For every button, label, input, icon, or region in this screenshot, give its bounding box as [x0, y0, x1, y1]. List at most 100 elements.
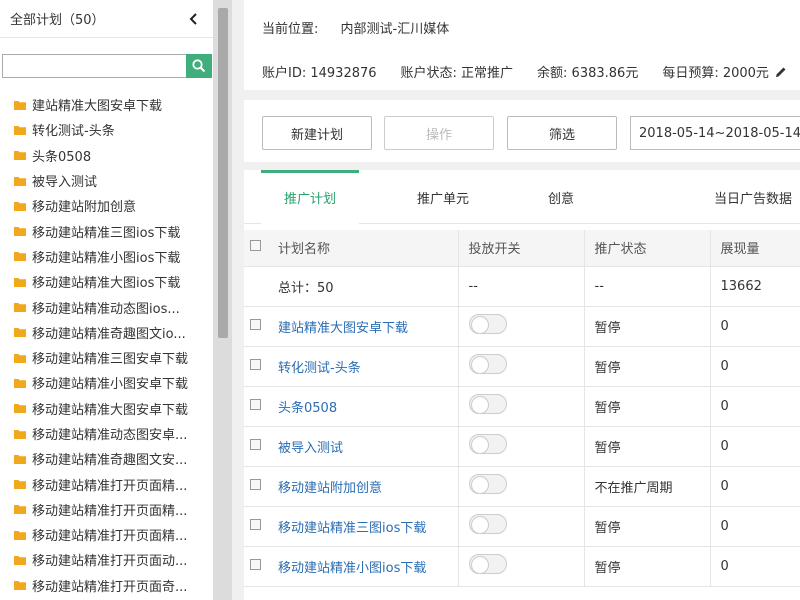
- impressions-cell: 0: [710, 426, 800, 467]
- total-switch: --: [458, 266, 585, 307]
- total-empty-cell: [244, 266, 268, 307]
- row-select-cell: [244, 426, 268, 467]
- folder-icon: [14, 277, 26, 287]
- scrollbar-thumb[interactable]: [218, 8, 228, 338]
- plan-name-cell: 转化测试-头条: [268, 346, 459, 387]
- select-all-cell: [244, 230, 268, 267]
- row-checkbox[interactable]: [250, 398, 261, 410]
- breadcrumb: 当前位置: 内部测试-汇川媒体: [262, 18, 467, 37]
- plan-name-cell: 移动建站精准小图ios下载: [268, 546, 459, 587]
- table-header-row: 计划名称 投放开关 推广状态 展现量: [244, 230, 800, 267]
- delivery-switch-cell: [458, 306, 585, 347]
- delivery-toggle[interactable]: [468, 434, 507, 454]
- row-checkbox[interactable]: [250, 478, 261, 490]
- delivery-toggle[interactable]: [468, 394, 507, 414]
- sidebar-item[interactable]: 建站精准大图安卓下载: [0, 92, 214, 117]
- row-checkbox[interactable]: [250, 318, 261, 330]
- sidebar-item[interactable]: 移动建站附加创意: [0, 193, 214, 218]
- plan-name-link[interactable]: 建站精准大图安卓下载: [278, 321, 408, 336]
- plan-name-link[interactable]: 头条0508: [278, 401, 337, 416]
- sidebar-item[interactable]: 转化测试-头条: [0, 117, 214, 142]
- sidebar-item[interactable]: 移动建站精准奇趣图文io...: [0, 320, 214, 345]
- sidebar-item[interactable]: 移动建站精准动态图安卓...: [0, 421, 214, 446]
- delivery-toggle[interactable]: [468, 514, 507, 534]
- tab-creative[interactable]: 创意: [512, 170, 610, 224]
- sidebar-item[interactable]: 移动建站精准小图ios下载: [0, 244, 214, 269]
- col-impressions[interactable]: 展现量: [710, 230, 800, 267]
- plan-name-link[interactable]: 移动建站精准小图ios下载: [278, 561, 426, 576]
- table-row: 建站精准大图安卓下载 暂停 0: [244, 306, 800, 347]
- delivery-toggle[interactable]: [468, 474, 507, 494]
- sidebar-item[interactable]: 移动建站精准打开页面精...: [0, 522, 214, 547]
- plan-table-card: 推广计划 推广单元 创意 当日广告数据 计划名称 投放开关 推广状态 展现量 总…: [244, 170, 800, 600]
- row-checkbox[interactable]: [250, 518, 261, 530]
- sidebar-item-label: 移动建站精准打开页面精...: [32, 478, 188, 494]
- filter-button[interactable]: 筛选: [507, 116, 617, 150]
- folder-icon: [14, 100, 26, 110]
- delivery-toggle[interactable]: [468, 554, 507, 574]
- delivery-switch-cell: [458, 466, 585, 507]
- delivery-toggle[interactable]: [468, 314, 507, 334]
- sidebar-item-label: 移动建站精准三图安卓下载: [32, 352, 189, 368]
- sidebar-item[interactable]: 移动建站精准打开页面动...: [0, 547, 214, 572]
- impressions-cell: 0: [710, 546, 800, 587]
- sidebar-item[interactable]: 移动建站精准大图安卓下载: [0, 396, 214, 421]
- plan-name-link[interactable]: 移动建站精准三图ios下载: [278, 521, 426, 536]
- daily-budget-text: 每日预算: 2000元: [662, 66, 769, 81]
- sidebar-item[interactable]: 移动建站精准打开页面精...: [0, 471, 214, 496]
- sidebar-item-label: 建站精准大图安卓下载: [32, 99, 163, 115]
- promotion-status-cell: 暂停: [584, 426, 711, 467]
- breadcrumb-label: 当前位置:: [262, 22, 319, 37]
- sidebar-item[interactable]: 移动建站精准大图ios下载: [0, 269, 214, 294]
- account-status: 账户状态: 正常推广: [400, 66, 514, 81]
- plan-name-link[interactable]: 移动建站附加创意: [278, 481, 382, 496]
- select-all-checkbox[interactable]: [250, 240, 261, 252]
- row-checkbox[interactable]: [250, 438, 261, 450]
- impressions-cell: 0: [710, 506, 800, 547]
- row-checkbox[interactable]: [250, 358, 261, 370]
- row-select-cell: [244, 466, 268, 507]
- sidebar-item[interactable]: 移动建站精准小图安卓下载: [0, 370, 214, 395]
- sidebar-title: 全部计划（50）: [10, 13, 105, 28]
- main-panel: 当前位置: 内部测试-汇川媒体 账户ID: 14932876 账户状态: 正常推…: [244, 0, 800, 600]
- sidebar-item[interactable]: 移动建站精准三图ios下载: [0, 218, 214, 243]
- col-promotion-status[interactable]: 推广状态: [584, 230, 711, 267]
- sidebar-item[interactable]: 移动建站精准打开页面精...: [0, 497, 214, 522]
- folder-icon: [14, 581, 26, 591]
- total-label: 总计：50: [268, 266, 459, 307]
- plan-name-cell: 移动建站附加创意: [268, 466, 459, 507]
- plan-name-link[interactable]: 被导入测试: [278, 441, 343, 456]
- col-delivery-switch[interactable]: 投放开关: [458, 230, 585, 267]
- row-select-cell: [244, 386, 268, 427]
- sidebar-item[interactable]: 被导入测试: [0, 168, 214, 193]
- col-plan-name[interactable]: 计划名称: [268, 230, 459, 267]
- operate-button[interactable]: 操作: [384, 116, 494, 150]
- tab-bar: 推广计划 推广单元 创意 当日广告数据: [244, 170, 800, 224]
- date-range-picker[interactable]: 2018-05-14~2018-05-14: [630, 116, 800, 150]
- plan-name-link[interactable]: 转化测试-头条: [278, 361, 361, 376]
- search-button[interactable]: [186, 54, 212, 78]
- plan-list: 建站精准大图安卓下载 转化测试-头条 头条0508 被导入测试 移动建站附加创意 移动建站…: [0, 92, 214, 598]
- chevron-left-icon[interactable]: [183, 9, 203, 29]
- sidebar-search-input[interactable]: [2, 54, 186, 78]
- promotion-status-cell: 暂停: [584, 346, 711, 387]
- sidebar-item[interactable]: 头条0508: [0, 143, 214, 168]
- sidebar-scrollbar[interactable]: [214, 0, 232, 600]
- delivery-toggle[interactable]: [468, 354, 507, 374]
- tab-ad-unit[interactable]: 推广单元: [394, 170, 492, 224]
- pencil-icon[interactable]: [775, 66, 787, 78]
- tab-campaign[interactable]: 推广计划: [261, 170, 359, 224]
- search-icon: [192, 59, 206, 73]
- sidebar-item[interactable]: 移动建站精准奇趣图文安...: [0, 446, 214, 471]
- sidebar-item[interactable]: 移动建站精准动态图ios...: [0, 294, 214, 319]
- promotion-status-cell: 不在推广周期: [584, 466, 711, 507]
- plan-name-cell: 移动建站精准三图ios下载: [268, 506, 459, 547]
- folder-icon: [14, 555, 26, 565]
- table-row: 移动建站附加创意 不在推广周期 0: [244, 466, 800, 507]
- sidebar-item[interactable]: 移动建站精准三图安卓下载: [0, 345, 214, 370]
- tab-daily-ad-data[interactable]: 当日广告数据: [714, 170, 800, 224]
- folder-icon: [14, 505, 26, 515]
- row-checkbox[interactable]: [250, 558, 261, 570]
- new-plan-button[interactable]: 新建计划: [262, 116, 372, 150]
- sidebar-item[interactable]: 移动建站精准打开页面奇...: [0, 573, 214, 598]
